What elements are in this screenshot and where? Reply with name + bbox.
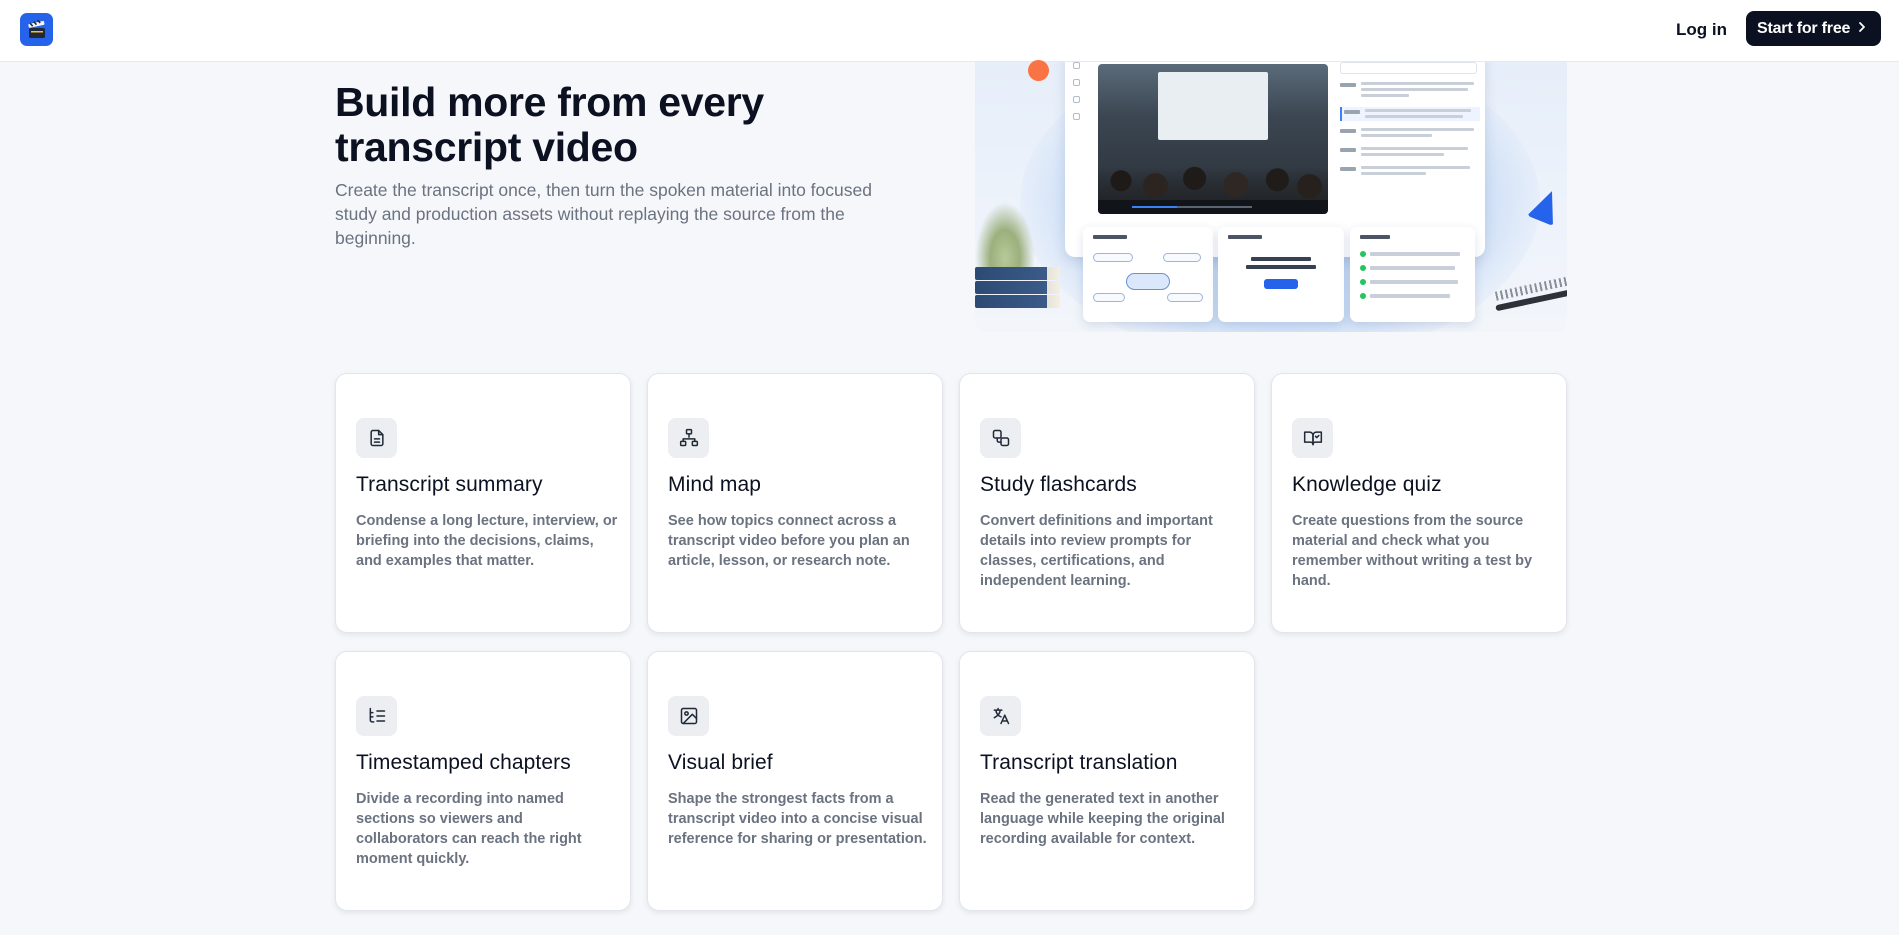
- hero-title-line2: transcript video: [335, 124, 638, 170]
- top-nav: Log in Start for free: [0, 0, 1899, 62]
- login-link[interactable]: Log in: [1668, 12, 1735, 48]
- hero-illustration: [975, 62, 1567, 332]
- feature-card-transcript-translation[interactable]: Transcript translation Read the generate…: [959, 651, 1255, 911]
- feature-title: Transcript translation: [980, 751, 1178, 774]
- start-free-button[interactable]: Start for free: [1746, 11, 1882, 46]
- clapperboard-icon: [27, 19, 47, 40]
- lecture-video-mockup: [1098, 64, 1328, 214]
- book-check-icon: [1292, 418, 1333, 458]
- sitemap-icon: [668, 418, 709, 458]
- feature-description: Divide a recording into named sections s…: [356, 791, 582, 867]
- feature-title: Study flashcards: [980, 473, 1137, 496]
- plant-decoration: [975, 202, 1035, 272]
- feature-description: Condense a long lecture, interview, or b…: [356, 513, 618, 569]
- feature-title: Timestamped chapters: [356, 751, 571, 774]
- summary-mini-card: [1350, 227, 1475, 322]
- feature-card-timestamped-chapters[interactable]: Timestamped chapters Divide a recording …: [335, 651, 631, 911]
- start-free-label: Start for free: [1757, 19, 1851, 37]
- feature-description: See how topics connect across a transcri…: [668, 513, 910, 569]
- cards-icon: [980, 418, 1021, 458]
- feature-card-mind-map[interactable]: Mind map See how topics connect across a…: [647, 373, 943, 633]
- image-icon: [668, 696, 709, 736]
- feature-card-study-flashcards[interactable]: Study flashcards Convert definitions and…: [959, 373, 1255, 633]
- feature-description: Convert definitions and important detail…: [980, 513, 1213, 589]
- translate-icon: [980, 696, 1021, 736]
- flashcards-mini-card: [1218, 227, 1344, 322]
- orange-dot-decoration: [1028, 60, 1049, 81]
- feature-description: Read the generated text in another langu…: [980, 791, 1225, 847]
- feature-card-transcript-summary[interactable]: Transcript summary Condense a long lectu…: [335, 373, 631, 633]
- feature-description: Shape the strongest facts from a transcr…: [668, 791, 927, 847]
- hero-title-line1: Build more from every: [335, 79, 764, 125]
- feature-description: Create questions from the source materia…: [1292, 513, 1533, 589]
- mockup-sidebar: [1073, 62, 1081, 130]
- list-timeline-icon: [356, 696, 397, 736]
- feature-card-visual-brief[interactable]: Visual brief Shape the strongest facts f…: [647, 651, 943, 911]
- document-icon: [356, 418, 397, 458]
- hero-title: Build more from every transcript video: [335, 80, 935, 170]
- chevron-right-icon: [1857, 20, 1867, 38]
- mind-map-mini-card: [1083, 227, 1213, 322]
- feature-title: Transcript summary: [356, 473, 543, 496]
- logo[interactable]: [20, 13, 53, 46]
- feature-title: Mind map: [668, 473, 762, 496]
- transcript-panel-mockup: [1340, 62, 1480, 252]
- feature-title: Knowledge quiz: [1292, 473, 1442, 496]
- books-decoration: [975, 267, 1060, 308]
- hero-subtitle: Create the transcript once, then turn th…: [335, 180, 872, 248]
- feature-card-knowledge-quiz[interactable]: Knowledge quiz Create questions from the…: [1271, 373, 1567, 633]
- feature-title: Visual brief: [668, 751, 773, 774]
